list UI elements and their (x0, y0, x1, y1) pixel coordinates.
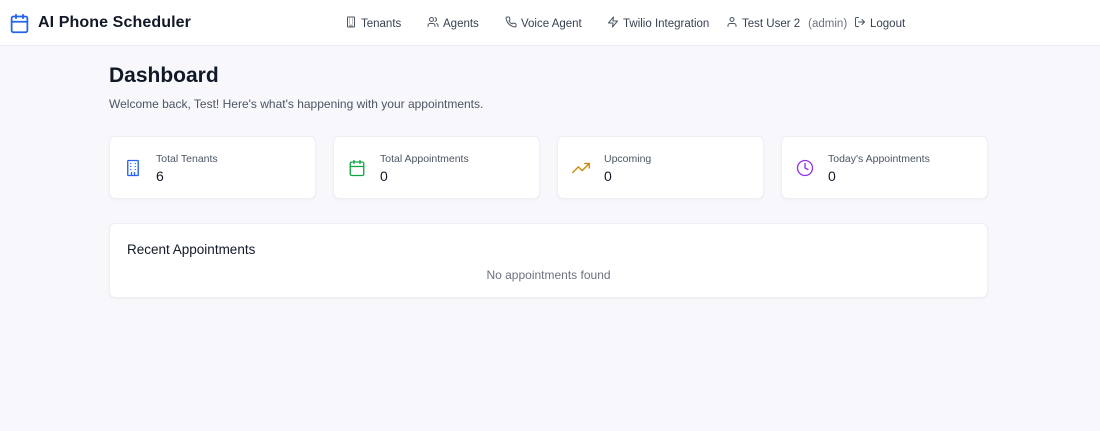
nav-voice-agent-label: Voice Agent (521, 17, 582, 30)
empty-state-message: No appointments found (486, 268, 611, 282)
stat-card-total-tenants: Total Tenants 6 (109, 136, 316, 199)
stat-label: Total Appointments (380, 153, 469, 165)
phone-icon (505, 16, 517, 31)
stat-label: Total Tenants (156, 153, 218, 165)
stat-label: Today's Appointments (828, 153, 930, 165)
building-icon (345, 16, 357, 31)
stat-value: 6 (156, 168, 164, 184)
nav-twilio-link[interactable]: Twilio Integration (607, 16, 709, 31)
app-title: AI Phone Scheduler (38, 14, 191, 31)
nav-agents-link[interactable]: Agents (427, 16, 479, 31)
user-name: Test User 2 (742, 17, 801, 30)
calendar-icon (9, 13, 30, 34)
stat-label: Upcoming (604, 153, 652, 165)
stat-value: 0 (604, 168, 612, 184)
lightning-icon (607, 16, 619, 31)
user-role: (admin) (808, 17, 848, 30)
logout-button[interactable]: Logout (854, 16, 905, 31)
brand[interactable]: AI Phone Scheduler (9, 11, 191, 35)
page-title: Dashboard (109, 64, 219, 87)
calendar-icon (348, 159, 366, 177)
trending-up-icon (572, 159, 590, 177)
user-menu[interactable]: Test User 2 (admin) (726, 16, 847, 31)
nav-voice-agent-link[interactable]: Voice Agent (505, 16, 582, 31)
stat-value: 0 (380, 168, 388, 184)
nav-tenants-label: Tenants (361, 17, 402, 30)
stat-value: 0 (828, 168, 836, 184)
nav-agents-label: Agents (443, 17, 479, 30)
user-icon (726, 16, 738, 31)
users-icon (427, 16, 439, 31)
stat-card-todays-appointments: Today's Appointments 0 (781, 136, 988, 199)
page-subtitle: Welcome back, Test! Here's what's happen… (109, 97, 484, 111)
stat-card-upcoming: Upcoming 0 (557, 136, 764, 199)
stat-card-total-appointments: Total Appointments 0 (333, 136, 540, 199)
top-navbar: AI Phone Scheduler Tenants Agents Voice … (0, 0, 1100, 46)
clock-icon (796, 159, 814, 177)
building-icon (124, 159, 142, 177)
recent-appointments-title: Recent Appointments (127, 242, 256, 257)
logout-label: Logout (870, 17, 906, 30)
nav-tenants-link[interactable]: Tenants (345, 16, 401, 31)
nav-twilio-label: Twilio Integration (623, 17, 710, 30)
recent-appointments-panel: Recent Appointments No appointments foun… (109, 223, 988, 298)
logout-icon (854, 16, 866, 31)
